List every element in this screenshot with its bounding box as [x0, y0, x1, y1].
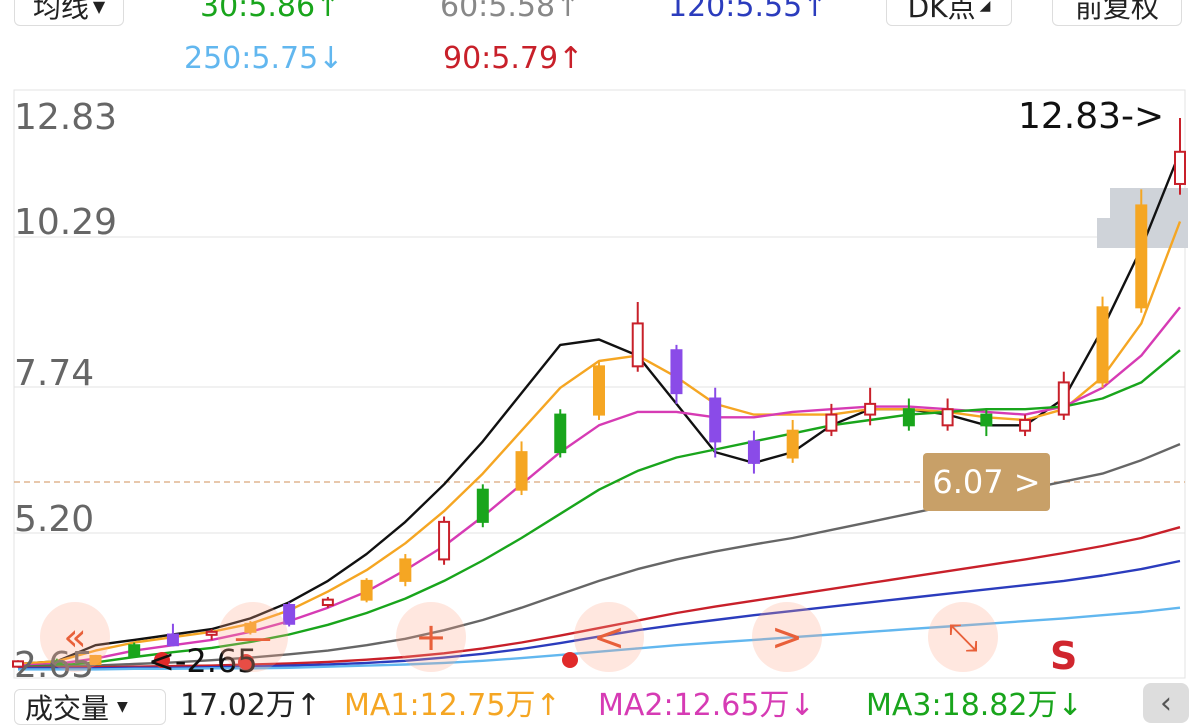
expand-icon: ⤡	[947, 614, 979, 659]
candle	[399, 558, 412, 582]
chevron-left-icon: <	[593, 615, 625, 659]
zoom-out-button[interactable]: —	[218, 602, 288, 672]
next-button[interactable]: >	[752, 602, 822, 672]
candle	[554, 413, 567, 454]
candle	[593, 365, 605, 416]
candle	[747, 440, 760, 464]
candle	[321, 598, 334, 607]
minus-icon: —	[234, 615, 272, 659]
high-price-marker: 12.83->	[1018, 96, 1165, 137]
fullscreen-button[interactable]: ⤡	[928, 602, 998, 672]
candle	[1096, 306, 1109, 384]
ma-line-1	[17, 221, 1182, 666]
chevron-right-icon: >	[771, 615, 803, 659]
double-chevron-left-icon: «	[63, 615, 87, 659]
candle	[786, 429, 799, 459]
range-highlight	[1097, 218, 1113, 248]
candle	[864, 402, 877, 416]
price-callout[interactable]: 6.07 >	[923, 453, 1050, 511]
volume-indicator-selector[interactable]: 成交量 ▼	[14, 689, 166, 725]
candle	[128, 644, 141, 657]
range-highlight	[1110, 188, 1188, 248]
candle	[902, 408, 915, 427]
candle	[631, 322, 644, 368]
prev-button[interactable]: <	[574, 602, 644, 672]
y-tick-label: 7.74	[14, 353, 95, 394]
candle	[825, 413, 838, 432]
candle	[1057, 381, 1070, 416]
candle	[438, 520, 451, 561]
candle	[360, 579, 373, 601]
candle	[515, 451, 528, 491]
plus-icon: +	[415, 615, 447, 659]
candle	[1135, 204, 1148, 309]
buy-signal-dot	[562, 652, 578, 668]
rewind-button[interactable]: «	[40, 602, 110, 672]
y-tick-label: 12.83	[14, 97, 118, 138]
candle	[670, 349, 683, 395]
candle	[941, 408, 954, 427]
volume-indicator-label: 成交量	[25, 692, 110, 725]
candle	[283, 604, 296, 625]
y-tick-label: 5.20	[14, 499, 95, 540]
sell-signal-marker: S	[1050, 634, 1078, 678]
caret-down-icon: ▼	[117, 699, 128, 715]
candle	[476, 488, 489, 523]
candle	[1174, 150, 1186, 185]
y-tick-label: 10.29	[14, 202, 118, 243]
chevron-left-icon: ‹	[1160, 685, 1172, 721]
candle	[205, 630, 218, 636]
collapse-button[interactable]: ‹	[1143, 683, 1189, 723]
candle	[980, 413, 993, 427]
candle	[709, 397, 722, 443]
zoom-in-button[interactable]: +	[396, 602, 466, 672]
price-callout-label: 6.07 >	[932, 463, 1041, 501]
candle	[1019, 418, 1032, 432]
